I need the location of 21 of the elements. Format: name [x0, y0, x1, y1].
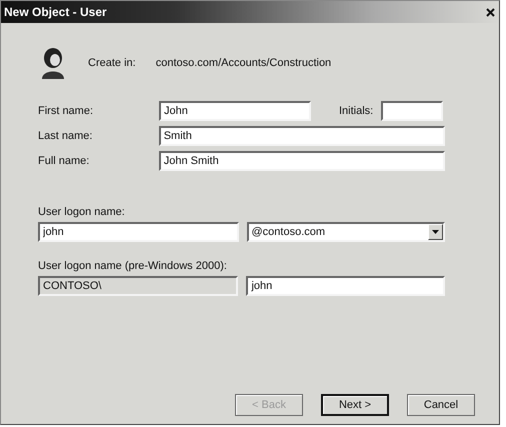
domain-dropdown[interactable]: @contoso.com [246, 222, 445, 242]
initials-field[interactable] [381, 101, 444, 121]
full-name-label: Full name: [38, 155, 90, 167]
logon-name-field[interactable]: john [38, 222, 238, 242]
dialog-button[interactable]: Next > [321, 394, 389, 416]
initials-label: Initials: [339, 105, 374, 117]
container-path: contoso.com/Accounts/Construction [156, 57, 332, 69]
netbios-domain-field: CONTOSO\ [38, 276, 238, 296]
pre-windows-logon-label: User logon name (pre-Windows 2000): [38, 260, 228, 272]
create-in-label: Create in: [88, 57, 136, 69]
last-name-label: Last name: [38, 130, 94, 142]
full-name-field[interactable]: John Smith [158, 151, 445, 171]
pre-windows-logon-field[interactable]: john [246, 276, 445, 296]
first-name-label: First name: [38, 105, 94, 117]
last-name-field[interactable]: Smith [158, 126, 445, 146]
logon-name-label: User logon name: [38, 206, 126, 218]
first-name-field[interactable]: John [159, 101, 311, 121]
dropdown-arrow-icon [432, 230, 439, 234]
window-title: New Object - User [4, 5, 107, 19]
dialog-button[interactable]: Cancel [407, 394, 475, 416]
close-icon[interactable] [486, 8, 495, 16]
